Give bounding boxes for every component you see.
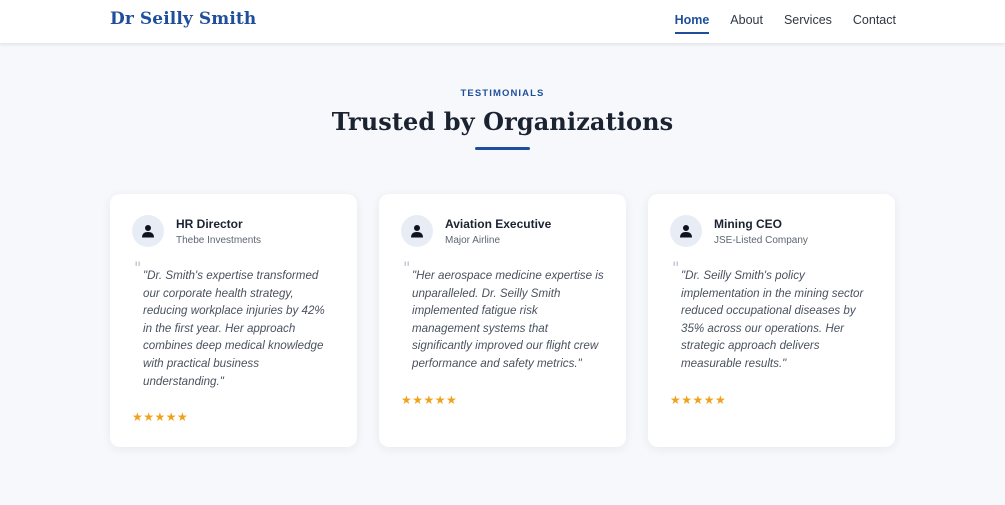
nav-link-home[interactable]: Home [674, 13, 709, 34]
quote-icon: " [134, 258, 142, 277]
navbar: Dr Seilly Smith Home About Services Cont… [0, 0, 1005, 44]
testimonials-header: TESTIMONIALS Trusted by Organizations [0, 88, 1005, 150]
person-title: Mining CEO [714, 216, 782, 231]
testimonial-card: Aviation Executive Major Airline " "Her … [379, 194, 626, 447]
user-icon [132, 215, 164, 247]
testimonial-quote: "Dr. Smith's expertise transformed our c… [143, 269, 325, 388]
star-rating: ★★★★★ [401, 392, 458, 407]
person-organization: Major Airline [445, 234, 501, 246]
card-header: Aviation Executive Major Airline [401, 215, 604, 247]
person-title: HR Director [176, 216, 243, 231]
user-icon [401, 215, 433, 247]
quote-block: " "Her aerospace medicine expertise is u… [401, 258, 604, 373]
card-header: Mining CEO JSE-Listed Company [670, 215, 873, 247]
user-icon [670, 215, 702, 247]
testimonial-quote: "Dr. Seilly Smith's policy implementatio… [681, 269, 864, 370]
card-meta: Mining CEO JSE-Listed Company [714, 217, 808, 246]
card-meta: Aviation Executive Major Airline [445, 217, 551, 246]
nav-link-contact[interactable]: Contact [853, 13, 896, 31]
testimonial-card: Mining CEO JSE-Listed Company " "Dr. Sei… [648, 194, 895, 447]
testimonial-quote: "Her aerospace medicine expertise is unp… [412, 269, 604, 370]
nav-links: Home About Services Contact [674, 13, 896, 34]
card-meta: HR Director Thebe Investments [176, 217, 261, 246]
quote-block: " "Dr. Smith's expertise transformed our… [132, 258, 335, 390]
section-eyebrow: TESTIMONIALS [460, 88, 545, 99]
title-underline [475, 147, 530, 150]
nav-link-services[interactable]: Services [784, 13, 832, 31]
section-title: Trusted by Organizations [331, 107, 674, 136]
person-title: Aviation Executive [445, 216, 552, 231]
testimonial-cards: HR Director Thebe Investments " "Dr. Smi… [110, 194, 896, 447]
person-organization: Thebe Investments [176, 234, 262, 246]
quote-icon: " [672, 258, 680, 277]
brand-logo[interactable]: Dr Seilly Smith [110, 9, 256, 29]
star-rating: ★★★★★ [132, 410, 189, 425]
star-rating: ★★★★★ [670, 392, 727, 407]
testimonial-card: HR Director Thebe Investments " "Dr. Smi… [110, 194, 357, 447]
nav-link-about[interactable]: About [730, 13, 763, 31]
quote-block: " "Dr. Seilly Smith's policy implementat… [670, 258, 873, 373]
person-organization: JSE-Listed Company [714, 234, 808, 246]
quote-icon: " [403, 258, 411, 277]
card-header: HR Director Thebe Investments [132, 215, 335, 247]
